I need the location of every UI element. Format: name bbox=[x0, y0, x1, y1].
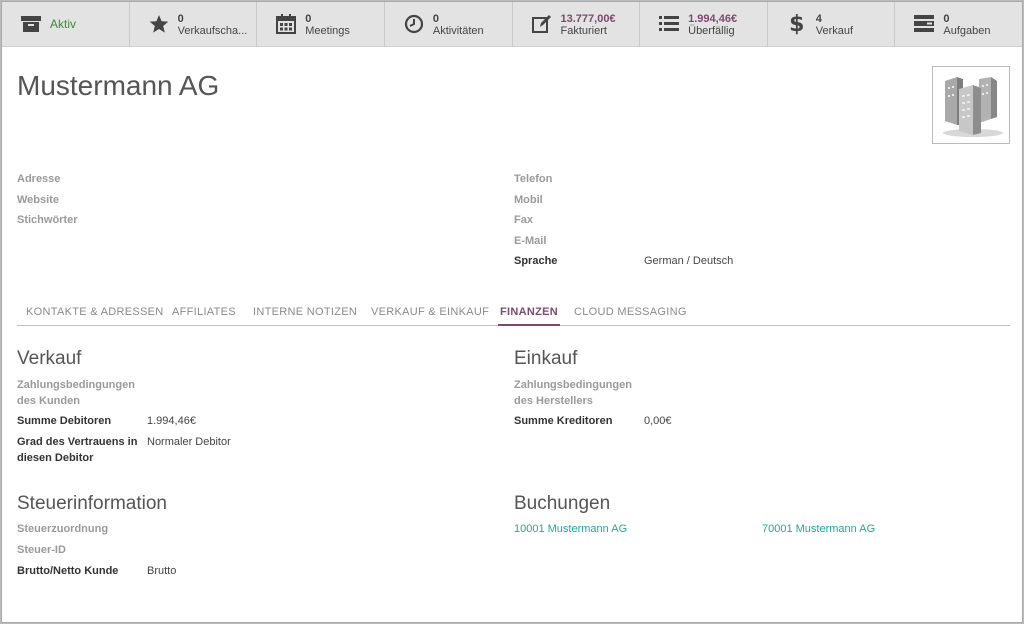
overdue-button[interactable]: 1.994,46€ Überfällig bbox=[640, 2, 768, 46]
receivable-label: Summe Debitoren bbox=[17, 415, 112, 427]
address-label: Adresse bbox=[17, 173, 61, 185]
partner-name: Mustermann AG bbox=[17, 70, 220, 101]
tab-finance[interactable]: FINANZEN bbox=[497, 306, 561, 326]
accounting-section-heading: Buchungen bbox=[514, 493, 611, 514]
invoiced-button[interactable]: 13.777,00€ Fakturiert bbox=[513, 2, 641, 46]
company-avatar[interactable] bbox=[932, 66, 1010, 144]
meetings-label: Meetings bbox=[305, 25, 350, 37]
meetings-button[interactable]: 0 Meetings bbox=[257, 2, 385, 46]
overdue-amount: 1.994,46€ bbox=[688, 13, 738, 25]
opportunities-label: Verkaufscha... bbox=[177, 25, 248, 37]
tab-contacts-addresses[interactable]: KONTAKTE & ADRESSEN bbox=[26, 306, 164, 318]
tasks-icon bbox=[913, 13, 935, 35]
star-icon bbox=[148, 13, 170, 35]
dollar-icon: $ bbox=[789, 11, 805, 37]
activities-count: 0 bbox=[432, 13, 439, 25]
tab-internal-notes[interactable]: INTERNE NOTIZEN bbox=[253, 306, 357, 318]
tags-label: Stichwörter bbox=[17, 214, 78, 226]
smart-button-bar: Aktiv 0 Verkaufscha... 0 Meetings 0 Aktivit… bbox=[2, 2, 1022, 47]
payable-label: Summe Kreditoren bbox=[514, 415, 613, 427]
notebook-tabs: KONTAKTE & ADRESSEN AFFILIATES INTERNE N… bbox=[17, 303, 1010, 326]
vat-id-label: Steuer-ID bbox=[17, 544, 66, 556]
receivable-account-link[interactable]: 10001 Mustermann AG bbox=[514, 521, 627, 537]
sales-section-heading: Verkauf bbox=[17, 348, 82, 369]
tasks-button[interactable]: 0 Aufgaben bbox=[895, 2, 1022, 46]
fiscal-position-label: Steuerzuordnung bbox=[17, 523, 109, 535]
email-label: E-Mail bbox=[514, 235, 547, 247]
language-label: Sprache bbox=[514, 255, 558, 267]
debtor-trust-value[interactable]: Normaler Debitor bbox=[147, 434, 231, 450]
tax-section-heading: Steuerinformation bbox=[17, 493, 167, 514]
receivable-value: 1.994,46€ bbox=[147, 415, 196, 427]
list-icon bbox=[658, 13, 680, 35]
buildings-icon bbox=[943, 77, 1003, 137]
activities-button[interactable]: 0 Aktivitäten bbox=[385, 2, 513, 46]
invoiced-amount: 13.777,00€ bbox=[560, 13, 616, 25]
clock-icon bbox=[403, 13, 425, 35]
debtor-trust-label: Grad des Vertrauens in diesen Debitor bbox=[17, 436, 138, 464]
calendar-icon bbox=[275, 13, 297, 35]
sales-label: Verkauf bbox=[815, 25, 854, 37]
opportunities-count: 0 bbox=[177, 13, 184, 25]
tab-affiliates[interactable]: AFFILIATES bbox=[172, 306, 236, 318]
purchase-section-heading: Einkauf bbox=[514, 348, 578, 369]
mobile-label: Mobil bbox=[514, 194, 543, 206]
archive-icon bbox=[20, 13, 42, 35]
payable-value: 0,00€ bbox=[644, 415, 672, 427]
tab-cloud-messaging[interactable]: CLOUD MESSAGING bbox=[574, 306, 687, 318]
tasks-label: Aufgaben bbox=[943, 25, 991, 37]
activities-label: Aktivitäten bbox=[432, 25, 484, 37]
meetings-count: 0 bbox=[305, 13, 312, 25]
overdue-label: Überfällig bbox=[688, 25, 735, 37]
edit-icon bbox=[531, 13, 553, 35]
vendor-payment-terms-label: Zahlungsbedingungen des Herstellers bbox=[514, 379, 632, 407]
sales-button[interactable]: $ 4 Verkauf bbox=[768, 2, 896, 46]
phone-label: Telefon bbox=[514, 173, 553, 185]
website-label: Website bbox=[17, 194, 59, 206]
tasks-count: 0 bbox=[943, 13, 950, 25]
customer-payment-terms-label: Zahlungsbedingungen des Kunden bbox=[17, 379, 135, 407]
form-view: Aktiv 0 Verkaufscha... 0 Meetings 0 Aktivit… bbox=[1, 1, 1023, 623]
active-label: Aktiv bbox=[50, 18, 77, 30]
fax-label: Fax bbox=[514, 214, 533, 226]
active-toggle-button[interactable]: Aktiv bbox=[2, 2, 130, 46]
tax-mode-value[interactable]: Brutto bbox=[147, 563, 176, 579]
payable-account-link[interactable]: 70001 Mustermann AG bbox=[762, 521, 875, 537]
invoiced-label: Fakturiert bbox=[560, 25, 607, 37]
tab-sales-purchase[interactable]: VERKAUF & EINKAUF bbox=[371, 306, 489, 318]
language-value[interactable]: German / Deutsch bbox=[644, 253, 733, 269]
sales-count: 4 bbox=[815, 13, 822, 25]
tax-mode-label: Brutto/Netto Kunde bbox=[17, 565, 119, 577]
opportunities-button[interactable]: 0 Verkaufscha... bbox=[130, 2, 258, 46]
